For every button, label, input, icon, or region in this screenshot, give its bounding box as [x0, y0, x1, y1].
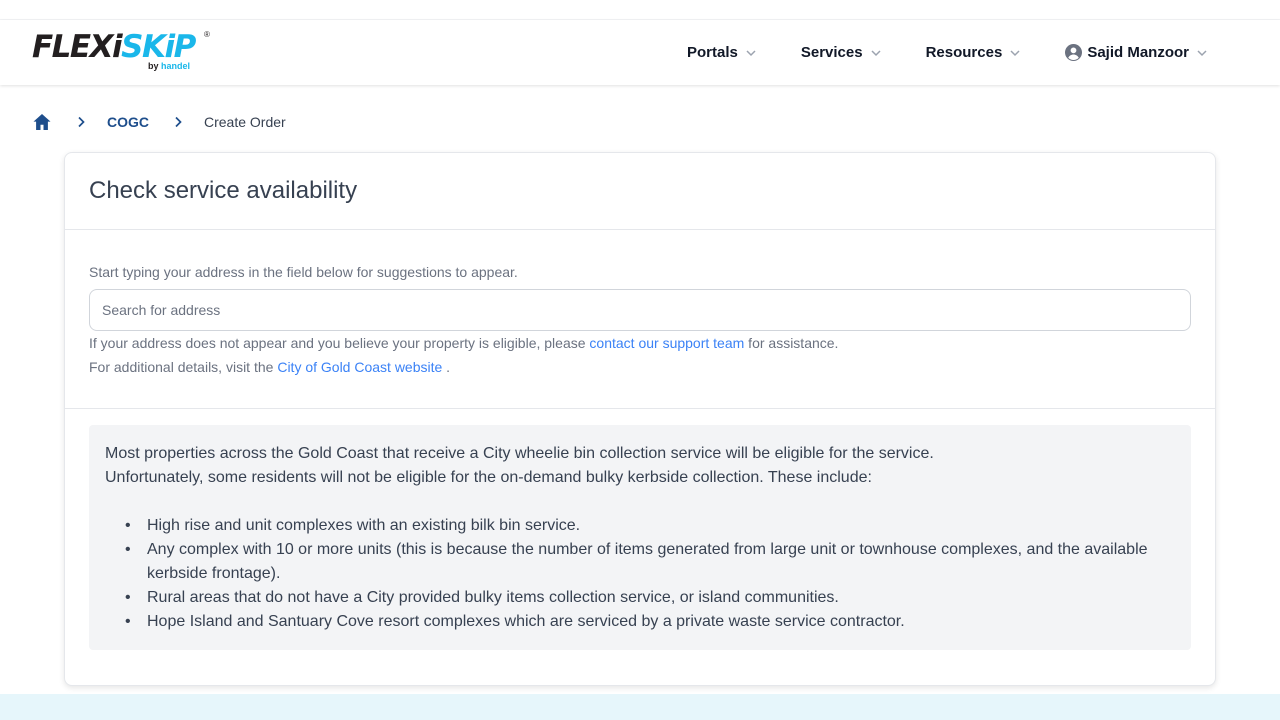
page-title: Check service availability — [89, 177, 358, 204]
nav-resources-label: Resources — [925, 44, 1003, 61]
help2-text-after: . — [442, 359, 451, 375]
help1-text-after: for assistance. — [744, 335, 839, 351]
nav-portals[interactable]: Portals — [687, 44, 757, 61]
list-item: Any complex with 10 or more units (this … — [125, 538, 1175, 586]
navbar: FLEXiSKiP ® by handel Portals Services R… — [0, 20, 1280, 85]
logo-text-a: FLEXi — [32, 29, 123, 65]
logo-registered-mark: ® — [204, 30, 210, 39]
breadcrumb: COGC Create Order — [32, 112, 286, 132]
nav-resources[interactable]: Resources — [926, 44, 1022, 61]
search-hint: Start typing your address in the field b… — [89, 264, 518, 280]
user-circle-icon — [1065, 44, 1083, 61]
home-icon[interactable] — [32, 112, 52, 132]
top-strip — [0, 0, 1280, 20]
availability-card: Check service availability Start typing … — [64, 152, 1216, 686]
help2-text-before: For additional details, visit the — [89, 359, 278, 375]
breadcrumb-link-cogc[interactable]: COGC — [107, 114, 149, 130]
city-website-link[interactable]: City of Gold Coast website — [277, 359, 442, 375]
logo-text-b: SKiP — [121, 29, 196, 65]
details-help-text: For additional details, visit the City o… — [89, 355, 1191, 379]
footer-strip — [0, 694, 1280, 720]
ineligible-list: High rise and unit complexes with an exi… — [105, 514, 1175, 634]
chevron-right-icon — [175, 116, 182, 128]
main-nav: Portals Services Resources Sajid Manzoor — [687, 20, 1208, 85]
breadcrumb-current: Create Order — [204, 114, 286, 130]
chevron-down-icon — [1197, 49, 1207, 56]
logo-byline: by handel — [148, 61, 190, 71]
user-name: Sajid Manzoor — [1087, 44, 1189, 61]
address-search-section: Start typing your address in the field b… — [65, 230, 1215, 409]
chevron-down-icon — [746, 49, 756, 56]
eligibility-info-box: Most properties across the Gold Coast th… — [89, 425, 1191, 650]
support-help-text: If your address does not appear and you … — [89, 331, 1191, 355]
info-line-1: Most properties across the Gold Coast th… — [105, 445, 934, 462]
list-item: High rise and unit complexes with an exi… — [125, 514, 1175, 538]
flexiskip-logo[interactable]: FLEXiSKiP ® by handel — [32, 30, 212, 74]
chevron-down-icon — [871, 49, 881, 56]
help1-text-before: If your address does not appear and you … — [89, 335, 590, 351]
logo-by-prefix: by — [148, 61, 162, 71]
user-menu[interactable]: Sajid Manzoor — [1065, 44, 1208, 61]
contact-support-link[interactable]: contact our support team — [589, 335, 744, 351]
logo-by-brand: handel — [161, 61, 191, 71]
info-line-2: Unfortunately, some residents will not b… — [105, 469, 872, 486]
nav-portals-label: Portals — [687, 44, 738, 61]
list-item: Rural areas that do not have a City prov… — [125, 586, 1175, 610]
nav-services-label: Services — [800, 44, 863, 61]
chevron-down-icon — [1010, 49, 1020, 56]
chevron-right-icon — [78, 116, 85, 128]
list-item: Hope Island and Santuary Cove resort com… — [125, 610, 1175, 634]
nav-services[interactable]: Services — [801, 44, 882, 61]
card-header: Check service availability — [65, 153, 1215, 230]
logo-wordmark: FLEXiSKiP — [32, 29, 196, 65]
address-search-input[interactable] — [89, 289, 1191, 331]
